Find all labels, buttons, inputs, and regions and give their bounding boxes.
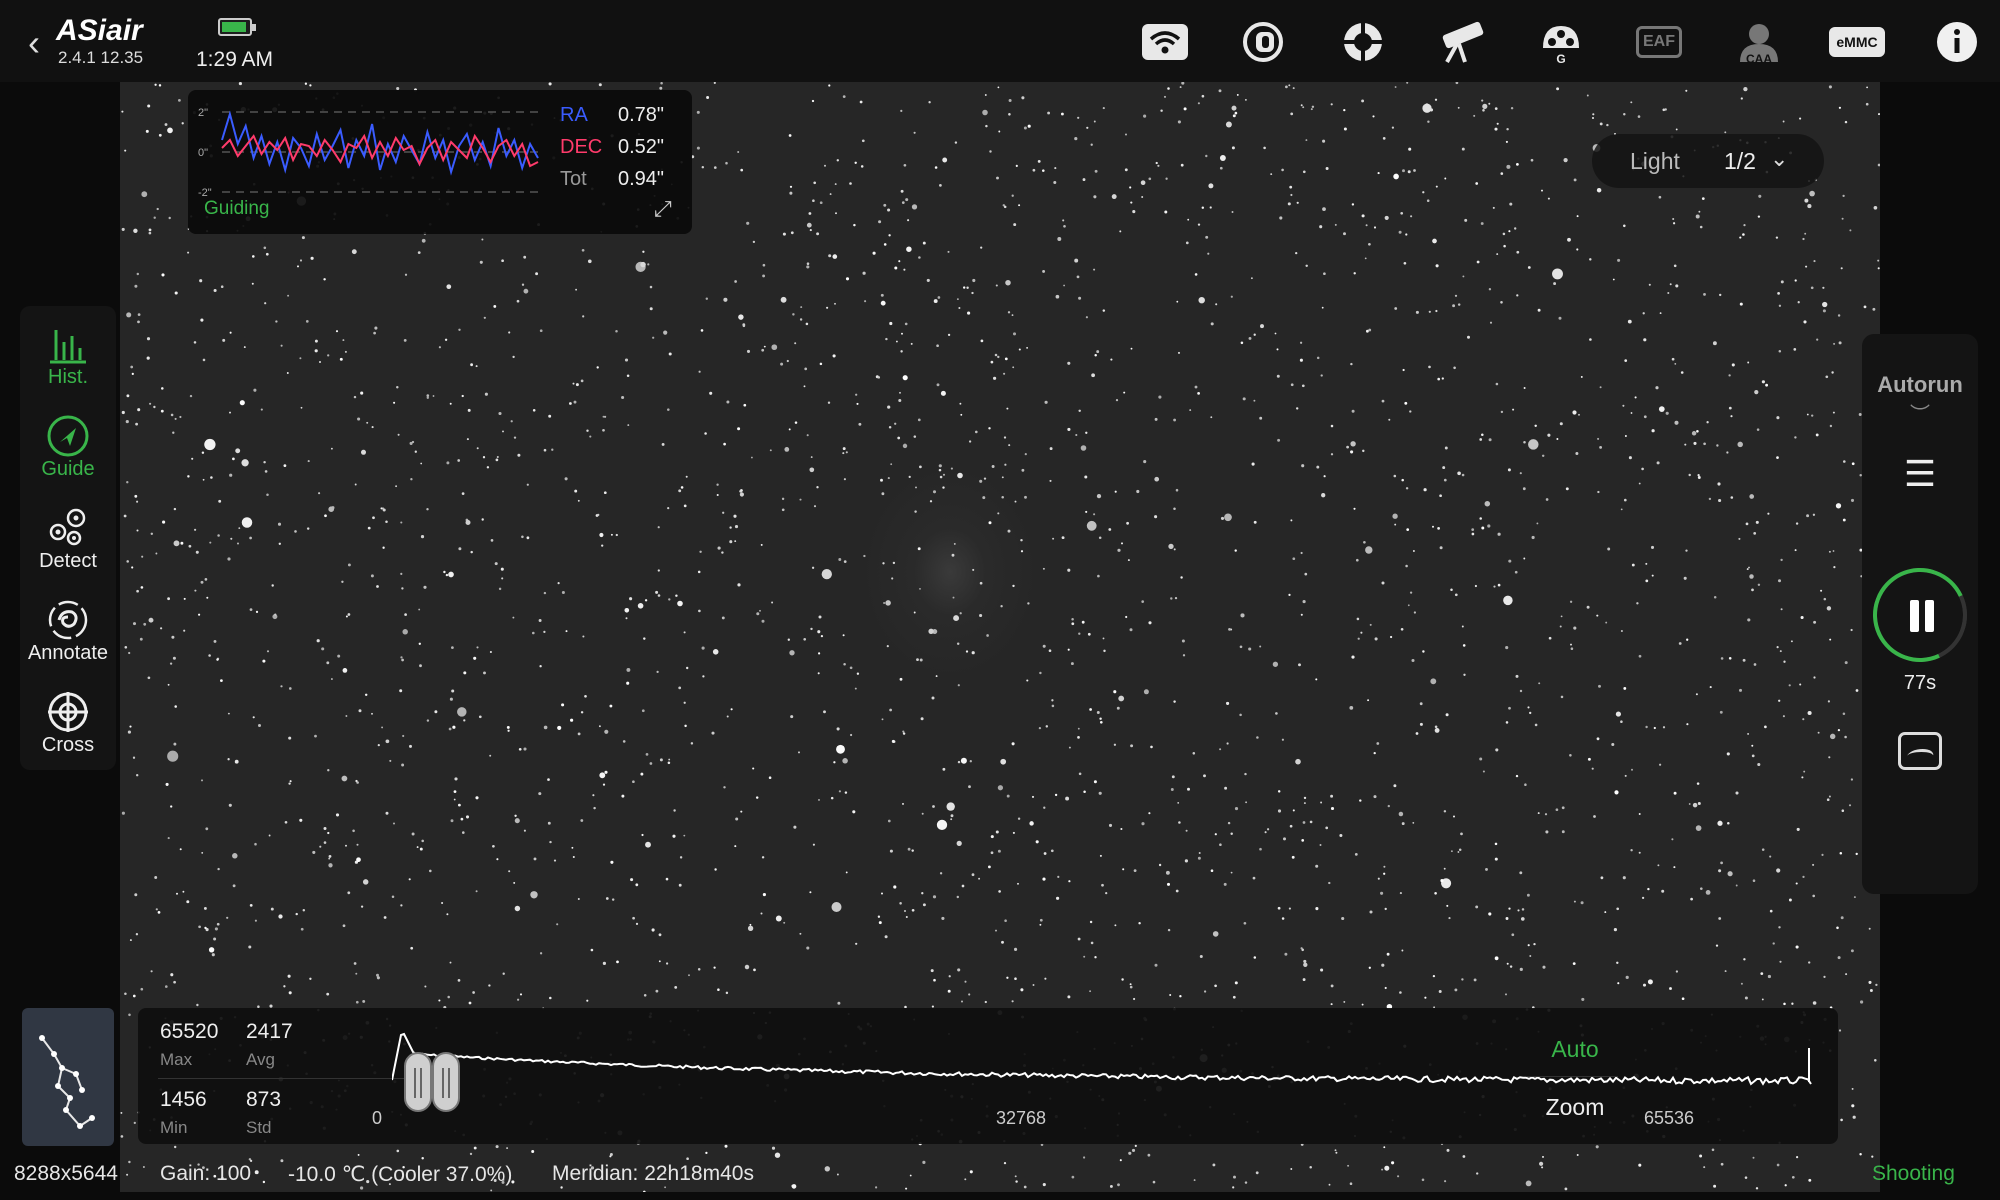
- gain-status: Gain: 100: [160, 1162, 252, 1185]
- image-gallery-icon[interactable]: [1898, 732, 1942, 770]
- tool-label: Hist.: [48, 366, 88, 388]
- auto-stretch-button[interactable]: Auto: [1520, 1036, 1630, 1063]
- camera-icon[interactable]: [1236, 16, 1290, 68]
- caa-icon[interactable]: CAA: [1732, 16, 1786, 68]
- guide-camera-icon[interactable]: G: [1534, 16, 1588, 68]
- guide-axis-top: 2": [198, 107, 208, 119]
- caa-label: CAA: [1746, 52, 1772, 66]
- tot-label: Tot: [560, 168, 587, 190]
- frame-type: Light: [1630, 148, 1680, 174]
- exposure-time: 77s: [1903, 672, 1937, 694]
- tool-label: Detect: [39, 550, 97, 572]
- crosshair-icon: [20, 686, 116, 734]
- shooting-status: Shooting: [1872, 1162, 1955, 1185]
- hist-min-label: Min: [160, 1118, 188, 1137]
- tool-label: Guide: [41, 458, 95, 480]
- image-resolution: 8288x5644: [14, 1162, 118, 1185]
- meridian-status: Meridian: 22h18m40s: [552, 1162, 754, 1185]
- guide-icon: [20, 410, 116, 458]
- constellation-icon: [39, 1035, 95, 1129]
- hist-tick-end: 65536: [1644, 1108, 1695, 1128]
- annotate-icon: [20, 594, 116, 642]
- detect-icon: [20, 502, 116, 550]
- eaf-label: EAF: [1636, 26, 1682, 58]
- guide-status: Guiding: [204, 198, 270, 219]
- top-bar: ‹ ASiair 2.4.1 12.35 1:29 AM G EAF CAA e…: [0, 0, 2000, 82]
- frame-count: 1/2: [1724, 148, 1756, 174]
- battery-icon: [218, 18, 256, 36]
- tool-histogram[interactable]: Hist.: [20, 318, 116, 408]
- hist-std-value: 873: [246, 1088, 282, 1111]
- black-point-slider[interactable]: [404, 1052, 432, 1112]
- hist-std-label: Std: [246, 1118, 272, 1137]
- guide-graph: 2" 0" -2": [198, 107, 539, 199]
- info-icon[interactable]: [1930, 16, 1984, 68]
- hist-max-value: 65520: [160, 1020, 219, 1043]
- tool-annotate[interactable]: Annotate: [20, 594, 116, 684]
- emmc-label: eMMC: [1829, 27, 1885, 57]
- guide-graph-panel[interactable]: 2" 0" -2" RA 0.78" DEC 0.52" Tot 0.94" G…: [188, 90, 692, 234]
- hist-button-divider: [1526, 1076, 1618, 1077]
- chevron-down-icon[interactable]: ︶: [1862, 398, 1978, 427]
- list-icon[interactable]: ☰: [1896, 454, 1944, 494]
- ra-value: 0.78": [617, 104, 664, 126]
- hist-min-value: 1456: [160, 1088, 207, 1111]
- tool-detect[interactable]: Detect: [20, 502, 116, 592]
- tool-guide[interactable]: Guide: [20, 410, 116, 500]
- hist-tick-start: 0: [372, 1108, 383, 1128]
- histogram-icon: [20, 318, 116, 366]
- guide-axis-mid: 0": [198, 147, 208, 159]
- wifi-icon[interactable]: [1138, 16, 1192, 68]
- guide-camera-label: G: [1556, 52, 1566, 66]
- histogram-panel: 65520 Max 2417 Avg 1456 Min 873 Std 0 32…: [138, 1008, 1838, 1144]
- zoom-button[interactable]: Zoom: [1520, 1094, 1630, 1121]
- temperature-status: -10.0 ℃ (Cooler 37.0%): [288, 1163, 513, 1186]
- tool-cross[interactable]: Cross: [20, 686, 116, 776]
- hist-avg-value: 2417: [246, 1020, 293, 1043]
- telescope-icon[interactable]: [1434, 16, 1488, 68]
- chevron-left-icon[interactable]: ‹: [28, 22, 40, 64]
- hist-avg-label: Avg: [246, 1050, 275, 1069]
- expand-icon[interactable]: ⤢: [654, 196, 672, 222]
- focus-target-icon[interactable]: [1336, 16, 1390, 68]
- tool-label: Annotate: [27, 642, 109, 664]
- constellation-thumbnail[interactable]: [22, 1008, 114, 1146]
- autorun-title[interactable]: Autorun: [1862, 372, 1978, 398]
- chevron-down-icon: ⌄: [1770, 146, 1789, 171]
- hist-max-label: Max: [160, 1050, 193, 1069]
- pause-icon: [1907, 600, 1937, 632]
- frame-type-selector[interactable]: Light 1/2 ⌄: [1592, 134, 1824, 188]
- hist-tick-mid: 32768: [996, 1108, 1047, 1128]
- eaf-icon[interactable]: EAF: [1632, 16, 1686, 68]
- midpoint-slider[interactable]: [432, 1052, 460, 1112]
- app-brand: ASiair: [56, 14, 143, 47]
- app-version: 2.4.1 12.35: [58, 48, 144, 67]
- emmc-icon[interactable]: eMMC: [1829, 16, 1885, 68]
- clock: 1:29 AM: [196, 48, 274, 71]
- tot-value: 0.94": [617, 168, 664, 190]
- left-tool-panel: Hist. Guide Detect Annotate Cross: [20, 306, 116, 770]
- tool-label: Cross: [41, 734, 95, 756]
- pause-button[interactable]: [1859, 554, 1981, 676]
- dec-value: 0.52": [617, 136, 664, 158]
- autorun-panel: Autorun ︶ ☰ 77s: [1859, 334, 1981, 894]
